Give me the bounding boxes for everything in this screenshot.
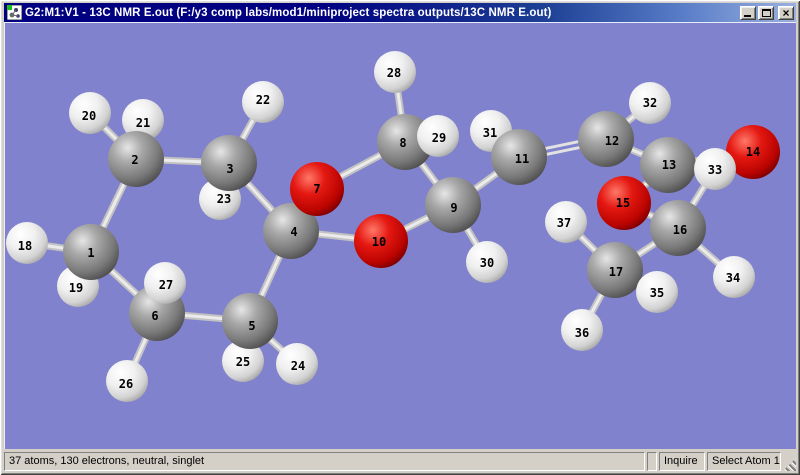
atom-label-4: 4 <box>290 225 297 239</box>
atom-label-23: 23 <box>217 192 231 206</box>
atom-label-15: 15 <box>616 196 630 210</box>
minimize-icon <box>744 15 751 17</box>
atom-label-2: 2 <box>131 153 138 167</box>
atom-label-14: 14 <box>746 145 760 159</box>
atom-label-19: 19 <box>69 281 83 295</box>
minimize-button[interactable] <box>740 6 756 20</box>
status-selection: Select Atom 1 <box>707 452 781 471</box>
status-summary: 37 atoms, 130 electrons, neutral, single… <box>4 452 645 471</box>
atom-label-5: 5 <box>248 319 255 333</box>
atom-label-16: 16 <box>673 223 687 237</box>
atom-label-35: 35 <box>650 286 664 300</box>
atom-label-1: 1 <box>87 246 94 260</box>
atom-label-6: 6 <box>151 309 158 323</box>
atom-label-18: 18 <box>18 239 32 253</box>
atom-label-9: 9 <box>450 201 457 215</box>
atom-label-27: 27 <box>159 278 173 292</box>
status-mode: Inquire <box>659 452 705 471</box>
atom-label-26: 26 <box>119 377 133 391</box>
atom-label-25: 25 <box>236 355 250 369</box>
resize-grip[interactable] <box>783 458 796 471</box>
maximize-button[interactable] <box>758 6 774 20</box>
atom-label-34: 34 <box>726 271 740 285</box>
status-separator <box>647 452 657 471</box>
close-button[interactable]: × <box>778 6 794 20</box>
atom-label-10: 10 <box>372 235 386 249</box>
atom-label-3: 3 <box>226 162 233 176</box>
atom-label-33: 33 <box>708 163 722 177</box>
atom-label-17: 17 <box>609 265 623 279</box>
atom-label-7: 7 <box>313 182 320 196</box>
app-icon[interactable] <box>7 5 22 20</box>
molecule-canvas[interactable]: 2123192537141820222628313230343612362752… <box>4 22 796 449</box>
atom-label-8: 8 <box>399 136 406 150</box>
window-title: G2:M1:V1 - 13C NMR E.out (F:/y3 comp lab… <box>25 7 740 19</box>
gaussview-window: G2:M1:V1 - 13C NMR E.out (F:/y3 comp lab… <box>0 0 800 475</box>
atom-layer <box>6 51 780 402</box>
atom-label-21: 21 <box>136 116 150 130</box>
atom-label-13: 13 <box>662 158 676 172</box>
atom-label-28: 28 <box>387 66 401 80</box>
atom-label-30: 30 <box>480 256 494 270</box>
atom-label-22: 22 <box>256 93 270 107</box>
atom-label-37: 37 <box>557 216 571 230</box>
status-bar: 37 atoms, 130 electrons, neutral, single… <box>4 450 796 472</box>
atom-label-11: 11 <box>515 152 529 166</box>
molecule-viewport[interactable]: 2123192537141820222628313230343612362752… <box>4 22 796 449</box>
atom-label-24: 24 <box>291 359 305 373</box>
close-icon: × <box>779 7 793 19</box>
atom-label-36: 36 <box>575 326 589 340</box>
atom-label-29: 29 <box>432 131 446 145</box>
atom-label-20: 20 <box>82 109 96 123</box>
atom-label-32: 32 <box>643 96 657 110</box>
maximize-icon <box>762 9 771 17</box>
atom-label-12: 12 <box>605 134 619 148</box>
atom-label-31: 31 <box>483 126 497 140</box>
titlebar[interactable]: G2:M1:V1 - 13C NMR E.out (F:/y3 comp lab… <box>4 3 796 22</box>
